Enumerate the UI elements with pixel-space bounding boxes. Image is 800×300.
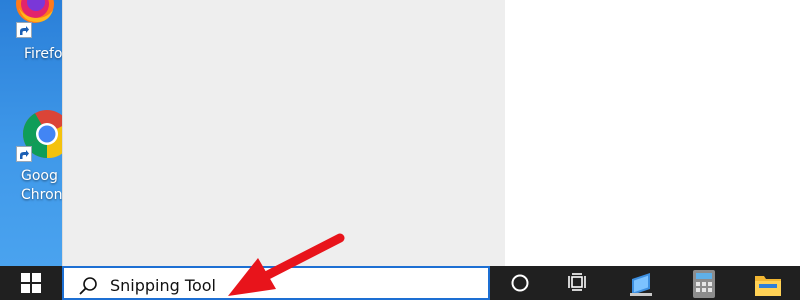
file-explorer-icon bbox=[755, 276, 781, 296]
task-view-icon bbox=[568, 273, 586, 291]
search-results-panel bbox=[62, 0, 505, 266]
desktop-icon-label: Firefo bbox=[24, 46, 62, 62]
start-button[interactable] bbox=[0, 266, 62, 300]
shortcut-arrow-icon bbox=[16, 22, 32, 38]
task-view-button[interactable] bbox=[562, 266, 592, 300]
shortcut-arrow-icon bbox=[16, 146, 32, 162]
taskbar-app-network-display[interactable] bbox=[624, 266, 660, 300]
desktop-icon-label: Goog Chron bbox=[21, 168, 62, 203]
cortana-button[interactable] bbox=[505, 266, 535, 300]
search-icon bbox=[79, 277, 97, 295]
network-display-icon bbox=[630, 273, 652, 296]
search-input[interactable]: Snipping Tool bbox=[110, 276, 216, 295]
desktop-background: Firefo Goog Chron bbox=[0, 0, 62, 266]
taskbar-search-box[interactable]: Snipping Tool bbox=[62, 266, 490, 300]
search-preview-pane bbox=[505, 0, 800, 266]
calculator-icon bbox=[693, 270, 715, 298]
taskbar-app-calculator[interactable] bbox=[688, 266, 720, 300]
taskbar-app-file-explorer[interactable] bbox=[750, 266, 786, 300]
windows-start-icon bbox=[21, 273, 41, 293]
cortana-icon bbox=[511, 274, 529, 292]
